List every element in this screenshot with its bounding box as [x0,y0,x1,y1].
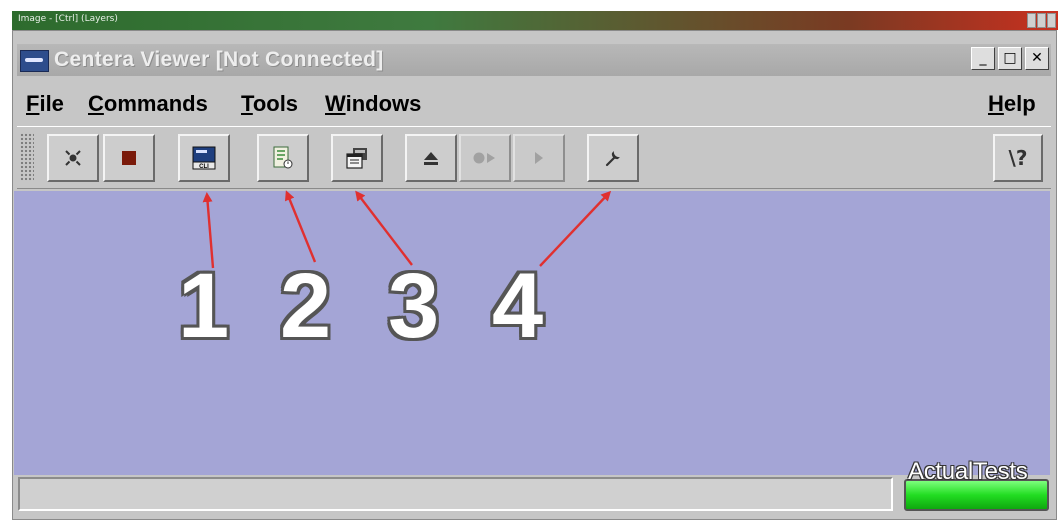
app-icon[interactable] [20,50,49,72]
properties-button[interactable] [331,134,383,182]
outer-window-title: Image - [Ctrl] (Layers) [18,14,118,24]
connect-button[interactable] [47,134,99,182]
stop-button[interactable] [103,134,155,182]
outer-titlebar: Image - [Ctrl] (Layers) [12,11,1058,30]
window-title: Centera Viewer [Not Connected] [54,48,384,71]
toolbar-grip[interactable] [20,133,34,181]
annotation-1: 1 [178,255,230,357]
wrench-icon [605,151,620,167]
annotation-2: 2 [280,255,332,357]
context-help-icon: \? [1008,146,1028,170]
monitor-button[interactable] [257,134,309,182]
menu-file[interactable]: File [26,91,64,117]
play-icon [535,152,543,164]
record-icon [473,152,495,164]
svg-text:CLI: CLI [199,164,209,170]
status-bar [18,477,893,511]
annotation-3: 3 [388,255,440,357]
outer-close-button[interactable] [1047,13,1056,28]
tools-button[interactable] [587,134,639,182]
toolbar: CLI \? [17,126,1051,189]
cli-icon: CLI [192,146,216,170]
outer-maximize-button[interactable] [1037,13,1046,28]
menu-commands[interactable]: Commands [88,91,208,117]
menu-tools[interactable]: Tools [241,91,298,117]
minimize-button[interactable]: _ [971,47,995,70]
play-button[interactable] [513,134,565,182]
properties-icon [346,148,367,169]
maximize-button[interactable]: □ [998,47,1022,70]
menu-windows[interactable]: Windows [325,91,421,117]
connect-icon [65,150,81,166]
context-help-button[interactable]: \? [993,134,1043,182]
menu-help[interactable]: Help [988,91,1036,117]
close-button[interactable]: ✕ [1025,47,1049,70]
cli-button[interactable]: CLI [178,134,230,182]
outer-minimize-button[interactable] [1027,13,1036,28]
eject-icon [424,152,438,165]
watermark: ActualTests [908,458,1028,485]
menu-bar: File Commands Tools Windows Help [13,85,1056,119]
record-button[interactable] [459,134,511,182]
title-bar[interactable]: Centera Viewer [Not Connected] _ □ ✕ [17,44,1051,76]
window-controls: _ □ ✕ [971,47,1049,70]
stop-icon [122,151,136,165]
eject-button[interactable] [405,134,457,182]
annotation-4: 4 [492,255,544,357]
monitor-icon [273,146,293,169]
outer-window-controls [1027,13,1056,28]
